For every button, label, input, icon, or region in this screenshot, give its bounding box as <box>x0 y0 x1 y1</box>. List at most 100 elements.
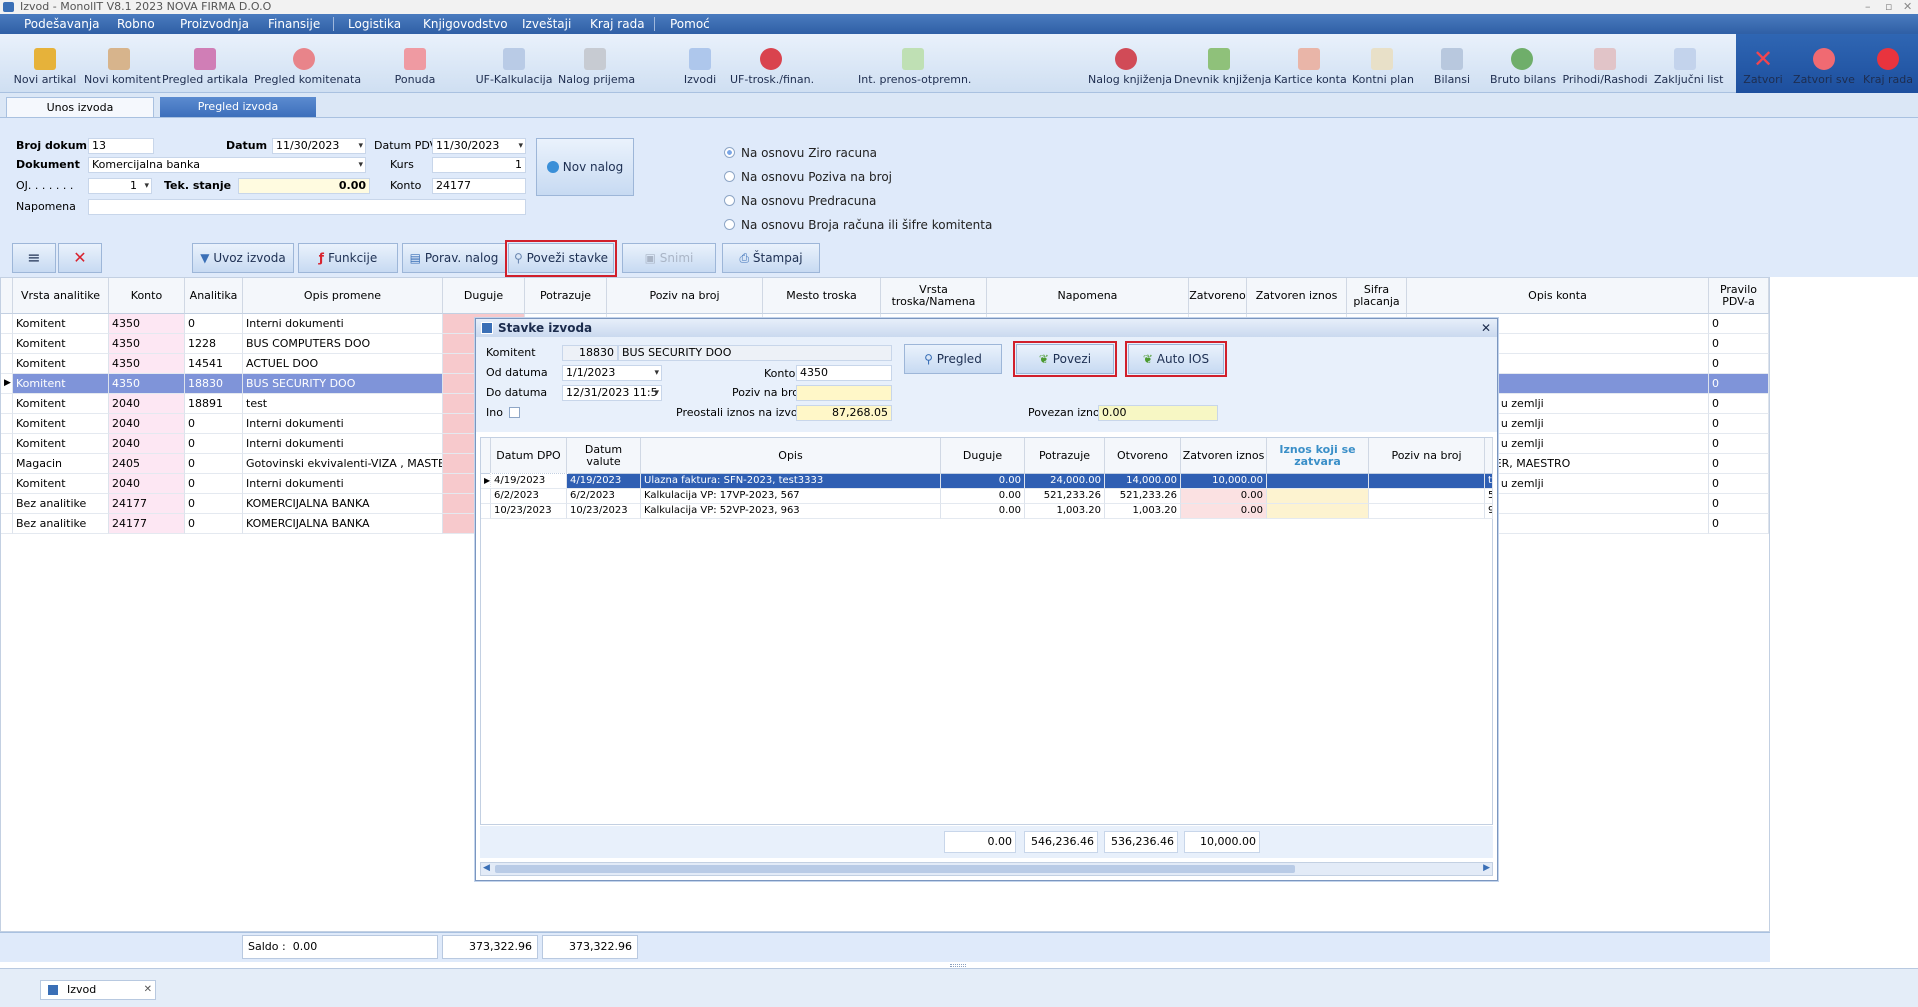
import-statement-button[interactable]: ▼ Uvoz izvoda <box>192 243 294 273</box>
table-cell[interactable]: 0 <box>185 434 243 454</box>
dlg-col-otvoreno[interactable]: Otvoreno <box>1105 438 1181 474</box>
dialog-table-cell[interactable]: 0.00 <box>941 504 1025 519</box>
col-pravilo-pdv[interactable]: Pravilo PDV-a <box>1709 278 1769 314</box>
splitter-grip[interactable] <box>950 964 966 967</box>
dialog-table-cell[interactable]: 56 <box>1485 489 1493 504</box>
dialog-table-cell[interactable]: 0.00 <box>941 474 1025 489</box>
close-tab-icon[interactable]: ✕ <box>144 981 152 999</box>
table-cell[interactable]: Komitent <box>13 334 109 354</box>
table-cell[interactable]: 0 <box>1709 474 1769 494</box>
menu-pomoc[interactable]: Pomoć <box>670 14 710 34</box>
dlg-col-poziv-na-broj[interactable]: Poziv na broj <box>1369 438 1485 474</box>
table-cell[interactable]: Interni dokumenti <box>243 474 443 494</box>
dlg-col-potrazuje[interactable]: Potrazuje <box>1025 438 1105 474</box>
table-cell[interactable]: Komitent <box>13 394 109 414</box>
dlg-col-iznos-zatvara[interactable]: Iznos koji se zatvara <box>1267 438 1369 474</box>
booking-order-button[interactable]: Nalog knjiženja <box>1088 34 1172 92</box>
note-input[interactable] <box>88 199 526 215</box>
dlg-col-datum-dpo[interactable]: Datum DPO <box>491 438 567 474</box>
table-cell[interactable]: 0 <box>185 474 243 494</box>
dialog-table-cell[interactable]: 4/19/2023 <box>567 474 641 489</box>
table-cell[interactable]: 2405 <box>109 454 185 474</box>
filter-button[interactable]: ≡ <box>12 243 56 273</box>
dlg-konto-input[interactable]: 4350 <box>796 365 892 381</box>
dialog-table-cell[interactable]: Kalkulacija VP: 17VP-2023, 567 <box>641 489 941 504</box>
menu-robno[interactable]: Robno <box>117 14 155 34</box>
table-cell[interactable]: 0 <box>185 414 243 434</box>
dialog-table-cell[interactable]: Kalkulacija VP: 52VP-2023, 963 <box>641 504 941 519</box>
restore-icon[interactable]: ▫ <box>1885 0 1892 14</box>
col-napomena[interactable]: Napomena <box>987 278 1189 314</box>
table-cell[interactable]: 0 <box>185 514 243 534</box>
dlg-pregled-button[interactable]: ⚲ Pregled <box>904 344 1002 374</box>
dialog-table-cell[interactable]: 24,000.00 <box>1025 474 1105 489</box>
menu-logistika[interactable]: Logistika <box>348 14 401 34</box>
col-zatvoreno[interactable]: Zatvoreno <box>1189 278 1247 314</box>
table-cell[interactable]: test <box>243 394 443 414</box>
table-cell[interactable]: Bez analitike <box>13 514 109 534</box>
income-expense-button[interactable]: Prihodi/Rashodi <box>1562 34 1648 92</box>
dlg-od-date[interactable]: 1/1/2023 <box>562 365 662 381</box>
table-cell[interactable]: ACTUEL DOO <box>243 354 443 374</box>
col-duguje[interactable]: Duguje <box>443 278 525 314</box>
print-button[interactable]: ⎙ Štampaj <box>722 243 820 273</box>
col-opis-promene[interactable]: Opis promene <box>243 278 443 314</box>
save-button[interactable]: ▣ Snimi <box>622 243 716 273</box>
dialog-table-cell[interactable]: Ulazna faktura: SFN-2023, test3333 <box>641 474 941 489</box>
close-icon[interactable]: ✕ <box>1903 0 1912 14</box>
table-cell[interactable]: 0 <box>1709 334 1769 354</box>
dialog-table-cell[interactable] <box>1369 504 1485 519</box>
dlg-do-date[interactable]: 12/31/2023 11:5 <box>562 385 662 401</box>
table-cell[interactable]: 24177 <box>109 494 185 514</box>
offer-button[interactable]: Ponuda <box>390 34 440 92</box>
tab-unos-izvoda[interactable]: Unos izvoda <box>6 97 154 117</box>
scroll-thumb[interactable] <box>495 865 1295 873</box>
dialog-table-cell[interactable]: 521,233.26 <box>1025 489 1105 504</box>
col-zatvoren-iznos[interactable]: Zatvoren iznos <box>1247 278 1347 314</box>
partners-overview-button[interactable]: Pregled komitenata <box>254 34 361 92</box>
table-cell[interactable]: 0 <box>185 454 243 474</box>
dlg-poziv-input[interactable] <box>796 385 892 401</box>
new-partner-button[interactable]: Novi komitent <box>84 34 161 92</box>
table-cell[interactable]: Interni dokumenti <box>243 314 443 334</box>
dialog-table-cell[interactable]: 1,003.20 <box>1025 504 1105 519</box>
table-cell[interactable]: 18891 <box>185 394 243 414</box>
menu-proizvodnja[interactable]: Proizvodnja <box>180 14 249 34</box>
col-opis-konta[interactable]: Opis konta <box>1407 278 1709 314</box>
adjust-order-button[interactable]: ▤ Porav. nalog <box>402 243 506 273</box>
table-cell[interactable]: 2040 <box>109 414 185 434</box>
table-cell[interactable]: Magacin <box>13 454 109 474</box>
dialog-close-icon[interactable]: ✕ <box>1481 319 1491 337</box>
dlg-col-zatvoren-iznos[interactable]: Zatvoren iznos <box>1181 438 1267 474</box>
table-cell[interactable]: BUS SECURITY DOO <box>243 374 443 394</box>
dialog-table-cell[interactable]: 4/19/2023 <box>490 473 568 490</box>
scroll-right-icon[interactable]: ▶ <box>1483 863 1490 873</box>
dialog-table-cell[interactable] <box>1267 489 1369 504</box>
delete-button[interactable]: ✕ <box>58 243 102 273</box>
col-vrsta-analitike[interactable]: Vrsta analitike <box>13 278 109 314</box>
close-all-button[interactable]: Zatvori sve <box>1792 34 1856 92</box>
table-cell[interactable]: 0 <box>1709 314 1769 334</box>
table-cell[interactable]: 0 <box>1709 494 1769 514</box>
table-cell[interactable]: Interni dokumenti <box>243 434 443 454</box>
receipt-order-button[interactable]: Nalog prijema <box>558 34 635 92</box>
col-poziv-na-broj[interactable]: Poziv na broj <box>607 278 763 314</box>
internal-transfer-button[interactable]: Int. prenos-otpremn. <box>858 34 971 92</box>
table-cell[interactable]: KOMERCIJALNA BANKA <box>243 514 443 534</box>
dlg-komitent-code[interactable]: 18830 <box>562 345 618 361</box>
table-cell[interactable]: 1228 <box>185 334 243 354</box>
table-cell[interactable]: 0 <box>185 494 243 514</box>
dialog-table-cell[interactable]: 96 <box>1485 504 1493 519</box>
table-cell[interactable]: 0 <box>1709 374 1769 394</box>
table-cell[interactable]: 2040 <box>109 394 185 414</box>
account-cards-button[interactable]: Kartice konta <box>1274 34 1347 92</box>
dialog-table-cell[interactable]: 10,000.00 <box>1181 474 1267 489</box>
dialog-table-cell[interactable]: 6/2/2023 <box>491 489 567 504</box>
dlg-col-duguje[interactable]: Duguje <box>941 438 1025 474</box>
col-analitika[interactable]: Analitika <box>185 278 243 314</box>
balances-button[interactable]: Bilansi <box>1432 34 1472 92</box>
table-cell[interactable]: Komitent <box>13 314 109 334</box>
radio-predracun[interactable]: Na osnovu Predracuna <box>724 194 876 208</box>
table-cell[interactable]: Bez analitike <box>13 494 109 514</box>
dialog-table-cell[interactable]: 10/23/2023 <box>567 504 641 519</box>
